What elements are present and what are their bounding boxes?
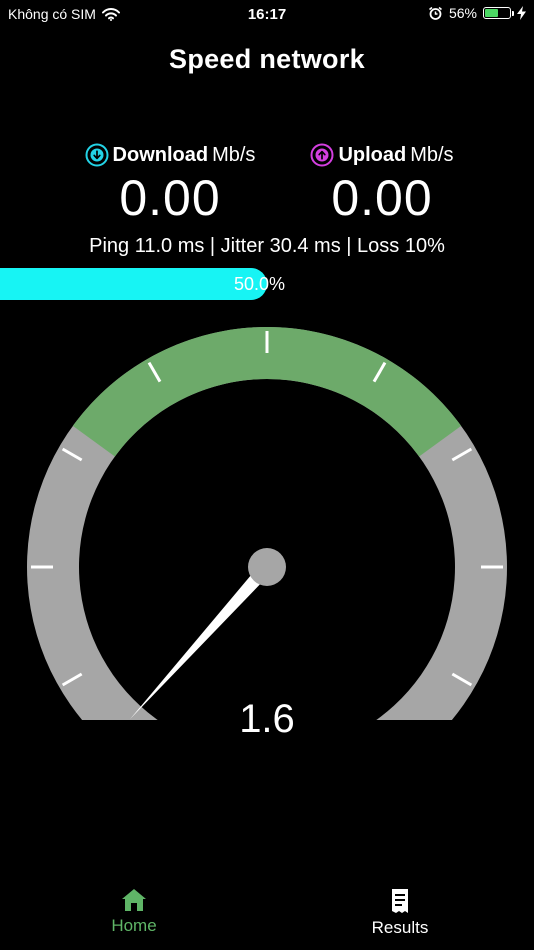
battery-icon: [483, 7, 514, 19]
battery-percent: 56%: [448, 5, 477, 21]
upload-value: 0.00: [331, 170, 433, 226]
speed-gauge: [27, 326, 507, 720]
progress-label: 50.0%: [234, 274, 286, 294]
download-label: Download: [112, 143, 209, 166]
download-metric: Download Mb/s 0.00: [50, 143, 290, 223]
arrow-down-circle-icon: [85, 143, 109, 167]
nav-home-label: Home: [111, 916, 157, 935]
upload-metric: Upload Mb/s 0.00: [262, 143, 502, 223]
bottom-navigation: Home Results: [0, 880, 534, 950]
nav-item-home[interactable]: Home: [74, 888, 194, 936]
gauge-needle-hub: [248, 548, 286, 586]
gauge-needle: [129, 562, 273, 720]
test-progress-bar: 50.0%: [0, 268, 534, 300]
download-value: 0.00: [119, 170, 221, 226]
nav-item-results[interactable]: Results: [340, 888, 460, 938]
gauge-reading: 1.6: [239, 697, 295, 741]
receipt-icon: [392, 889, 408, 913]
upload-header: Upload Mb/s: [262, 143, 502, 167]
ping-jitter-loss-stats: Ping 11.0 ms | Jitter 30.4 ms | Loss 10%: [89, 235, 445, 257]
arrow-up-circle-icon: [310, 143, 334, 167]
status-indicators: 56%: [428, 5, 526, 21]
status-bar: Không có SIM 16:17 56%: [0, 0, 534, 30]
alarm-icon: [428, 6, 442, 20]
upload-label: Upload: [338, 143, 407, 166]
home-icon: [122, 889, 146, 911]
gauge-track: [27, 326, 507, 720]
page-title: Speed network: [169, 44, 365, 74]
download-unit: Mb/s: [212, 143, 256, 166]
upload-unit: Mb/s: [410, 143, 454, 166]
download-header: Download Mb/s: [50, 143, 290, 167]
battery-level: [485, 9, 498, 17]
charging-bolt-icon: [517, 6, 526, 20]
progress-fill: [0, 268, 267, 300]
nav-results-label: Results: [371, 918, 429, 937]
